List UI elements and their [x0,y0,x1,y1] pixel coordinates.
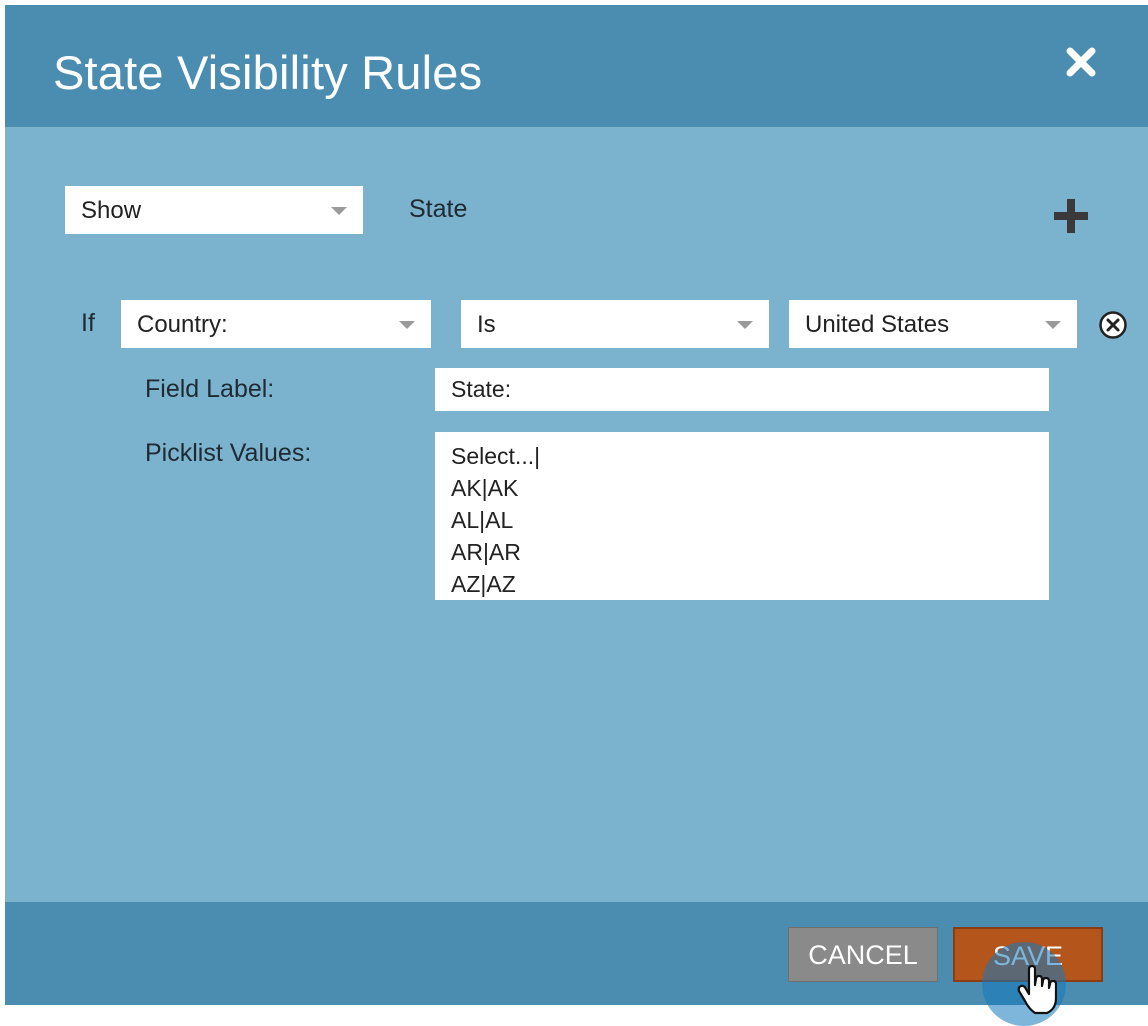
action-select[interactable]: Show [65,186,363,234]
picklist-line: Select...| [451,443,541,469]
chevron-down-icon [1045,321,1061,329]
condition-operator-select[interactable]: Is [461,300,769,348]
action-select-value: Show [81,197,142,224]
plus-icon [1054,199,1088,233]
picklist-values-textarea[interactable]: Select...| AK|AK AL|AL AR|AR AZ|AZ [435,432,1049,600]
chevron-down-icon [331,207,347,215]
condition-value-select[interactable]: United States [789,300,1077,348]
target-field-label: State [409,195,468,223]
field-label-caption: Field Label: [145,375,275,403]
close-icon [1066,47,1096,77]
picklist-line: AK|AK [451,475,519,501]
dialog-title: State Visibility Rules [53,46,483,99]
condition-field-value: Country: [137,311,228,338]
dialog-header: State Visibility Rules [5,5,1148,127]
picklist-line: AR|AR [451,539,521,565]
picklist-values-caption: Picklist Values: [145,439,312,467]
picklist-line: AL|AL [451,507,514,533]
condition-field-select[interactable]: Country: [121,300,431,348]
state-visibility-dialog: State Visibility Rules Show State If Cou… [5,5,1148,1026]
chevron-down-icon [737,321,753,329]
add-rule-button[interactable] [1052,197,1090,235]
picklist-line: AZ|AZ [451,571,516,597]
cancel-button[interactable]: CANCEL [788,927,938,982]
save-button[interactable]: SAVE [953,927,1103,982]
field-label-input[interactable] [435,368,1049,411]
condition-operator-value: Is [477,311,496,338]
condition-match-value: United States [805,311,950,338]
close-button[interactable] [1064,45,1098,79]
if-label: If [81,309,95,337]
remove-condition-button[interactable] [1097,309,1129,341]
remove-circle-icon [1099,311,1127,339]
chevron-down-icon [399,321,415,329]
